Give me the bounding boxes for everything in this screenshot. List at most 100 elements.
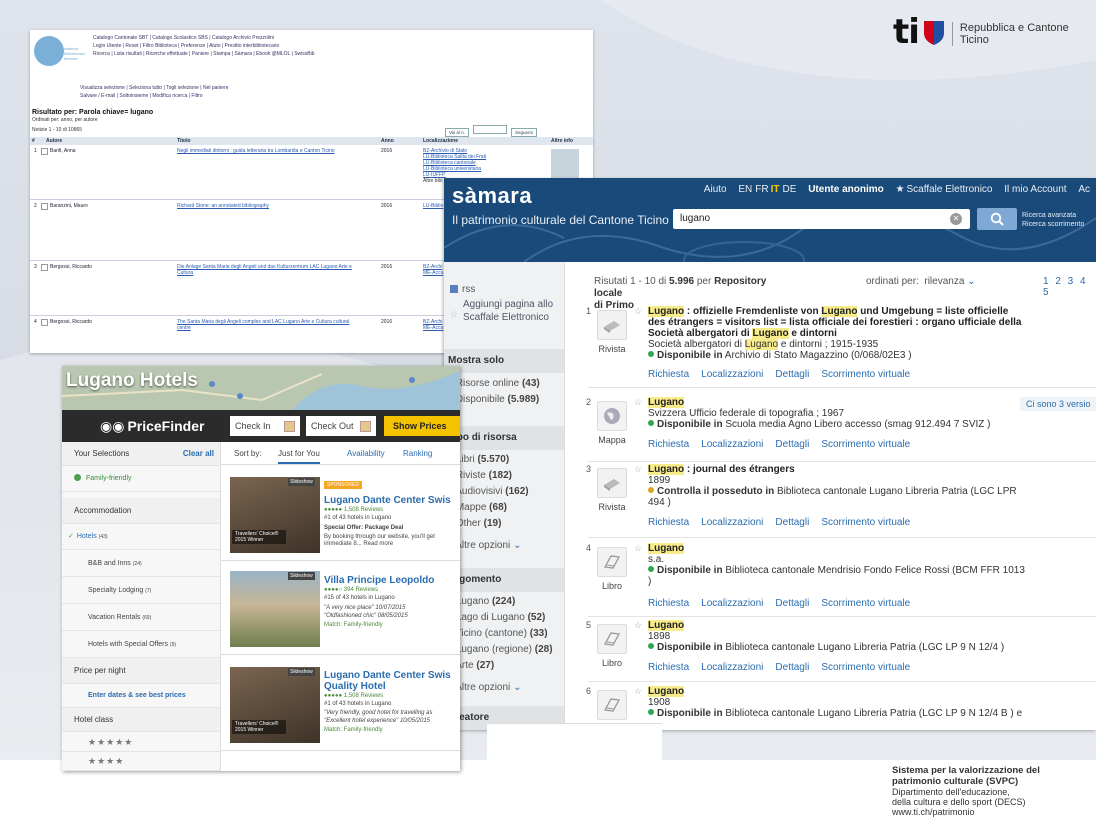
details-link[interactable]: Dettagli <box>775 439 809 450</box>
star-outline-icon[interactable]: ☆ <box>634 397 642 408</box>
details-link[interactable]: Dettagli <box>775 662 809 673</box>
sort-availability[interactable]: Availability <box>347 449 385 458</box>
details-link[interactable]: Dettagli <box>775 517 809 528</box>
selected-family-friendly[interactable]: Family-friendly <box>62 466 220 492</box>
help-link[interactable]: Aiuto <box>704 184 727 195</box>
star-outline-icon[interactable]: ☆ <box>634 543 642 554</box>
record-title[interactable]: Lugano <box>648 620 1088 631</box>
filter-bb[interactable]: B&B and Inns (24) <box>62 550 220 577</box>
hotel-reviews[interactable]: ●●●●○ 394 Reviews <box>324 587 378 593</box>
locations-link[interactable]: Localizzazioni <box>701 517 763 528</box>
filter-hotels[interactable]: ✓ Hotels (43) <box>62 524 220 550</box>
check-in-field[interactable]: Check In <box>230 416 300 436</box>
hotel-name[interactable]: Lugano Dante Center Swis <box>324 670 451 681</box>
overflow-link[interactable]: Ac <box>1078 184 1090 195</box>
add-to-shelf-link[interactable]: ☆ Aggiungi pagina allo Scaffale Elettroni… <box>450 298 553 324</box>
hotel-reviews[interactable]: ●●●●● 1,508 Reviews <box>324 693 383 699</box>
details-link[interactable]: Dettagli <box>775 369 809 380</box>
clear-search-icon[interactable]: ✕ <box>950 213 962 225</box>
locations-link[interactable]: Localizzazioni <box>701 598 763 609</box>
record-title[interactable]: Lugano <box>648 397 1088 408</box>
sort-ranking[interactable]: Ranking <box>403 449 432 458</box>
record-title[interactable]: Lugano : journal des étrangers <box>648 464 1088 475</box>
filter-5-stars[interactable]: ★★★★★ <box>62 732 220 752</box>
request-link[interactable]: Richiesta <box>648 517 689 528</box>
search-button[interactable] <box>977 208 1017 230</box>
facet-subject-region[interactable]: ▸ Lugano (regione) (28) <box>448 644 553 655</box>
hotel-name[interactable]: Lugano Dante Center Swis <box>324 495 451 506</box>
browse-search-link[interactable]: Ricerca scorrimento <box>1022 220 1084 229</box>
catalog-menu-line[interactable]: Ricerca | Lista risultati | Ricerche eff… <box>93 50 314 58</box>
hotel-card[interactable]: Slideshow Travellers' Choice® 2015 Winne… <box>220 660 460 751</box>
hotel-card[interactable]: Slideshow Villa Principe Leopoldo ●●●●○ … <box>220 564 460 655</box>
pagination[interactable]: 1 2 3 4 5 <box>1043 276 1096 298</box>
facet-subject-ticino[interactable]: ▸ Ticino (cantone) (33) <box>448 628 548 639</box>
request-link[interactable]: Richiesta <box>648 662 689 673</box>
row-checkbox[interactable] <box>41 264 48 271</box>
clear-all-link[interactable]: Clear all <box>183 442 214 466</box>
slideshow-button[interactable]: Slideshow <box>288 478 315 486</box>
hotel-card[interactable]: Slideshow Travellers' Choice® 2015 Winne… <box>220 470 460 561</box>
virtual-browse-link[interactable]: Scorrimento virtuale <box>821 517 910 528</box>
request-link[interactable]: Richiesta <box>648 439 689 450</box>
hotel-reviews[interactable]: ●●●●● 1,508 Reviews <box>324 507 383 513</box>
samara-logo[interactable]: sàmara <box>452 183 532 209</box>
record-title[interactable]: Lugano <box>648 686 1088 697</box>
lang-en[interactable]: EN <box>738 184 752 195</box>
catalog-action-line[interactable]: Salvare / E-mail | Sottoinsieme | Modifi… <box>80 92 229 100</box>
enter-dates-link[interactable]: Enter dates & see best prices <box>62 684 220 708</box>
record-title[interactable]: Lugano : offizielle Fremdenliste von Lug… <box>648 306 1088 317</box>
star-outline-icon[interactable]: ☆ <box>634 464 642 475</box>
search-input[interactable]: lugano ✕ <box>673 209 970 229</box>
facet-subject-lake[interactable]: ▸ Lago di Lugano (52) <box>448 612 545 623</box>
sort-just-for-you[interactable]: Just for You <box>278 449 320 464</box>
filter-4-stars[interactable]: ★★★★ <box>62 752 220 771</box>
filter-special-offers[interactable]: Hotels with Special Offers (9) <box>62 631 220 658</box>
facet-audiovisual[interactable]: ▸ Audiovisivi (162) <box>448 486 529 497</box>
facet-available[interactable]: ▸ Disponibile (5.989) <box>448 394 539 405</box>
check-out-field[interactable]: Check Out <box>306 416 376 436</box>
catalog-menu-line[interactable]: Catalogo Cantonale SBT | Catalogo Scolas… <box>93 34 314 42</box>
details-link[interactable]: Dettagli <box>775 598 809 609</box>
locations-link[interactable]: Localizzazioni <box>701 369 763 380</box>
request-link[interactable]: Richiesta <box>648 369 689 380</box>
facet-online[interactable]: ▸ Risorse online (43) <box>448 378 540 389</box>
rss-link[interactable]: rss <box>450 283 553 296</box>
hotel-name-line2[interactable]: Quality Hotel <box>324 681 386 692</box>
slideshow-button[interactable]: Slideshow <box>288 668 315 676</box>
lang-fr[interactable]: FR <box>755 184 768 195</box>
virtual-browse-link[interactable]: Scorrimento virtuale <box>821 439 910 450</box>
book-icon <box>597 547 627 577</box>
filter-specialty[interactable]: Specialty Lodging (7) <box>62 577 220 604</box>
lang-de[interactable]: DE <box>783 184 797 195</box>
record-title[interactable]: Lugano <box>648 543 1088 554</box>
hotel-name[interactable]: Villa Principe Leopoldo <box>324 575 434 586</box>
shelf-link[interactable]: ★ Scaffale Elettronico <box>896 184 993 195</box>
row-checkbox[interactable] <box>41 203 48 210</box>
goto-button[interactable]: Vai al n. <box>445 128 469 137</box>
chevron-down-icon: ⌄ <box>513 540 522 551</box>
lang-it[interactable]: IT <box>771 184 780 195</box>
request-link[interactable]: Richiesta <box>648 598 689 609</box>
virtual-browse-link[interactable]: Scorrimento virtuale <box>821 598 910 609</box>
star-outline-icon[interactable]: ☆ <box>634 686 642 697</box>
virtual-browse-link[interactable]: Scorrimento virtuale <box>821 662 910 673</box>
catalog-action-line[interactable]: Visualizza selezione | Seleziona tutto |… <box>80 84 229 92</box>
account-link[interactable]: Il mio Account <box>1004 184 1066 195</box>
goto-input[interactable] <box>472 125 507 134</box>
sort-select[interactable]: ordinati per: rilevanza ⌄ <box>866 276 976 287</box>
row-checkbox[interactable] <box>41 319 48 326</box>
advanced-search-link[interactable]: Ricerca avanzata <box>1022 211 1084 220</box>
row-checkbox[interactable] <box>41 148 48 155</box>
user-link[interactable]: Utente anonimo <box>808 184 884 195</box>
locations-link[interactable]: Localizzazioni <box>701 439 763 450</box>
star-outline-icon[interactable]: ☆ <box>634 306 642 317</box>
catalog-menu-line[interactable]: Login Utente | Reset | Filtro Biblioteca… <box>93 42 314 50</box>
next-button[interactable]: Seguenti <box>510 128 537 137</box>
slideshow-button[interactable]: Slideshow <box>288 572 315 580</box>
virtual-browse-link[interactable]: Scorrimento virtuale <box>821 369 910 380</box>
locations-link[interactable]: Localizzazioni <box>701 662 763 673</box>
filter-vacation[interactable]: Vacation Rentals (69) <box>62 604 220 631</box>
show-prices-button[interactable]: Show Prices <box>384 416 460 436</box>
star-outline-icon[interactable]: ☆ <box>634 620 642 631</box>
